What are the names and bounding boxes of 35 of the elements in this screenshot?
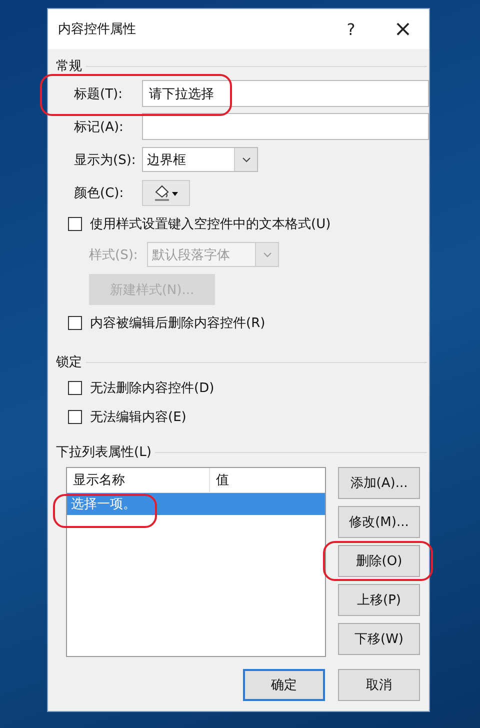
section-heading: 常规 bbox=[56, 58, 82, 75]
window-title: 内容控件属性 bbox=[58, 21, 137, 38]
show-as-dropdown[interactable]: 边界框 bbox=[142, 147, 258, 172]
cancel-button[interactable]: 取消 bbox=[338, 669, 420, 701]
checkbox[interactable] bbox=[68, 410, 82, 424]
help-button[interactable]: ? bbox=[325, 11, 377, 47]
field-label: 显示为(S): bbox=[73, 152, 137, 168]
field-label: 标记(A): bbox=[73, 118, 124, 136]
field-label: 颜色(C): bbox=[73, 184, 125, 202]
checkbox-label: 无法删除内容控件(D) bbox=[90, 380, 214, 396]
checkbox[interactable] bbox=[68, 216, 82, 230]
checkbox[interactable] bbox=[68, 316, 82, 330]
checkbox-label: 使用样式设置键入空控件中的文本格式(U) bbox=[90, 216, 331, 232]
checkbox-label: 无法编辑内容(E) bbox=[90, 408, 186, 426]
column-header[interactable]: 值 bbox=[210, 468, 235, 492]
ok-button[interactable]: 确定 bbox=[243, 669, 325, 701]
section-heading: 锁定 bbox=[56, 354, 82, 371]
chevron-down-icon bbox=[262, 252, 272, 258]
field-label: 标题(T): bbox=[73, 86, 124, 102]
list-action-button[interactable]: 删除(O) bbox=[338, 545, 420, 577]
checkbox-label: 内容被编辑后删除内容控件(R) bbox=[90, 314, 266, 332]
checkbox[interactable] bbox=[68, 380, 82, 394]
paint-bucket-icon bbox=[153, 184, 179, 202]
list-action-button[interactable]: 添加(A)... bbox=[338, 467, 420, 499]
section-heading: 下拉列表属性(L) bbox=[56, 444, 152, 461]
list-action-button[interactable]: 下移(W) bbox=[338, 623, 420, 655]
column-header[interactable]: 显示名称 bbox=[67, 468, 210, 492]
close-button[interactable]: × bbox=[377, 11, 429, 47]
color-picker-button[interactable] bbox=[142, 180, 190, 206]
list-action-button[interactable]: 修改(M)... bbox=[338, 506, 420, 538]
tag-field[interactable] bbox=[142, 113, 429, 140]
chevron-down-icon bbox=[242, 156, 250, 162]
title-field[interactable]: 请下拉选择 bbox=[142, 80, 429, 107]
list-action-button[interactable]: 上移(P) bbox=[338, 584, 420, 616]
field-label: 样式(S): bbox=[89, 246, 139, 264]
